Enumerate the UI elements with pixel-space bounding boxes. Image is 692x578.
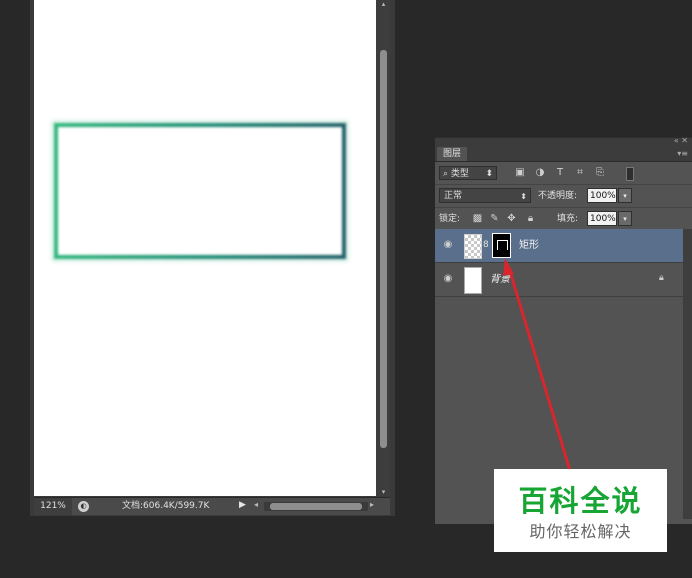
layer-thumbnail[interactable] xyxy=(464,267,482,294)
layer-name[interactable]: 背景 xyxy=(490,263,510,296)
panel-topbar: « ✕ xyxy=(435,136,692,147)
chevron-updown-icon: ⬍ xyxy=(520,192,527,201)
scroll-right-arrow-icon[interactable]: ▸ xyxy=(370,500,374,509)
blend-mode-select[interactable]: 正常 ⬍ xyxy=(439,188,531,203)
opacity-label: 不透明度: xyxy=(538,191,578,201)
layer-name[interactable]: 矩形 xyxy=(519,229,539,262)
layer-row-rectangle[interactable]: ◉ 8 矩形 xyxy=(435,229,683,263)
filter-kind-select[interactable]: ⌕ 类型 ⬍ xyxy=(439,166,497,180)
watermark-subtitle: 助你轻松解决 xyxy=(529,522,632,541)
type-layer-filter-icon[interactable]: T xyxy=(553,166,567,180)
vertical-scrollbar[interactable]: ▴ ▾ xyxy=(376,0,390,496)
chevron-updown-icon: ⬍ xyxy=(485,169,493,179)
filter-kind-label: 类型 xyxy=(450,169,469,179)
blend-opacity-row: 正常 ⬍ 不透明度: 100% ▾ xyxy=(435,185,692,208)
collapse-panel-icon[interactable]: « ✕ xyxy=(674,136,688,145)
smart-object-filter-icon[interactable]: ⎘ xyxy=(593,166,607,180)
shape-layer-filter-icon[interactable]: ⌗ xyxy=(573,166,587,180)
pixel-layer-filter-icon[interactable]: ▣ xyxy=(513,166,527,180)
document-window: ▴ ▾ 121% ◐ 文档:606.4K/599.7K ▶ ◂ ▸ xyxy=(30,0,395,516)
tab-layers[interactable]: 图层 xyxy=(437,147,468,161)
status-bar: 121% ◐ 文档:606.4K/599.7K ▶ ◂ ▸ xyxy=(34,497,390,515)
proof-setup-icon[interactable]: ◐ xyxy=(78,501,89,512)
opacity-field[interactable]: 100% xyxy=(587,188,617,203)
layer-row-background[interactable]: ◉ 背景 🔒︎ xyxy=(435,263,683,297)
lock-all-icon[interactable]: 🔒︎ xyxy=(524,212,537,226)
document-size-info: 文档:606.4K/599.7K xyxy=(122,501,210,511)
status-menu-arrow-icon[interactable]: ▶ xyxy=(239,500,246,510)
lock-transparent-pixels-icon[interactable]: ▩ xyxy=(471,212,484,226)
layers-panel: « ✕ 图层 ▾≡ ⌕ 类型 ⬍ ▣ ◑ T ⌗ ⎘ 正常 ⬍ 不透明度: 10… xyxy=(435,136,692,524)
scroll-down-arrow-icon[interactable]: ▾ xyxy=(379,488,388,496)
opacity-dropdown-icon[interactable]: ▾ xyxy=(618,188,632,203)
fill-label: 填充: xyxy=(557,214,579,224)
watermark-title: 百科全说 xyxy=(518,484,643,518)
lock-position-icon[interactable]: ✥ xyxy=(505,212,518,226)
lock-fill-row: 锁定: ▩ ✎ ✥ 🔒︎ 填充: 100% ▾ xyxy=(435,208,692,231)
layer-mask-thumbnail[interactable] xyxy=(492,233,511,258)
adjustment-layer-filter-icon[interactable]: ◑ xyxy=(533,166,547,180)
canvas[interactable] xyxy=(34,0,376,496)
eye-icon[interactable]: ◉ xyxy=(441,273,455,285)
lock-image-pixels-icon[interactable]: ✎ xyxy=(488,212,501,226)
layer-filter-row: ⌕ 类型 ⬍ ▣ ◑ T ⌗ ⎘ xyxy=(435,162,692,185)
fill-dropdown-icon[interactable]: ▾ xyxy=(618,211,632,226)
panel-tabbar: 图层 ▾≡ xyxy=(435,147,692,162)
rectangle-shape[interactable] xyxy=(54,123,346,259)
layers-scrollbar[interactable] xyxy=(683,229,692,519)
layer-thumbnail[interactable] xyxy=(464,234,482,259)
lock-icon: 🔒︎ xyxy=(659,273,664,283)
filter-toggle-switch[interactable] xyxy=(626,167,634,181)
search-icon: ⌕ xyxy=(443,169,449,179)
eye-icon[interactable]: ◉ xyxy=(441,239,455,251)
fill-field[interactable]: 100% xyxy=(587,211,617,226)
scroll-up-arrow-icon[interactable]: ▴ xyxy=(379,0,388,8)
blend-mode-value: 正常 xyxy=(444,191,463,201)
zoom-level-field[interactable]: 121% xyxy=(34,498,72,515)
panel-menu-icon[interactable]: ▾≡ xyxy=(677,147,688,161)
horizontal-scroll-thumb[interactable] xyxy=(270,503,362,510)
scroll-left-arrow-icon[interactable]: ◂ xyxy=(254,500,258,509)
lock-label: 锁定: xyxy=(439,214,461,224)
vertical-scroll-thumb[interactable] xyxy=(380,50,387,448)
watermark-logo: 百科全说 助你轻松解决 xyxy=(494,469,667,552)
link-chain-icon[interactable]: 8 xyxy=(483,239,491,251)
